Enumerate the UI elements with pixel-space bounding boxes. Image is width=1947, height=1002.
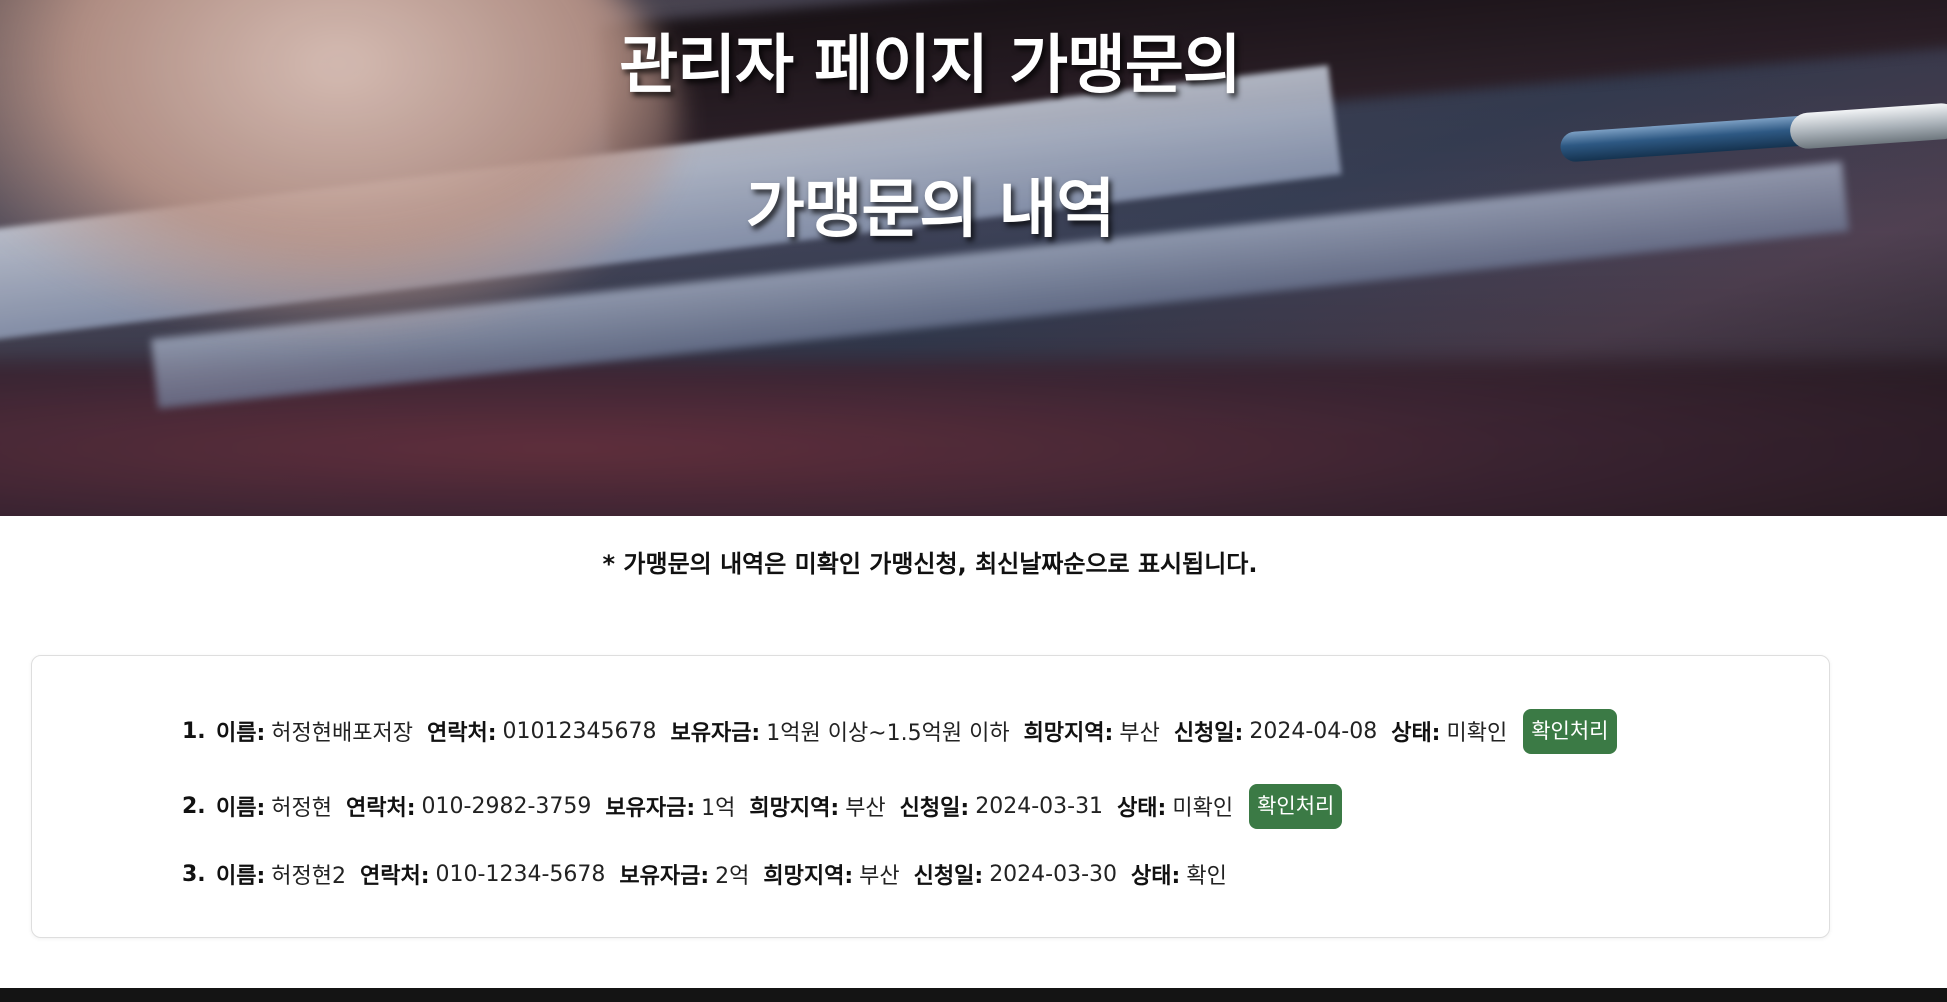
status-value: 미확인 [1446,721,1508,746]
date-label: 신청일: [913,864,984,889]
inquiry-item: 2. 이름: 허정현 연락처: 010-2982-3759 보유자금: 1억 희… [182,781,1343,831]
funds-value: 1억 [701,796,736,821]
notice-text: * 가맹문의 내역은 미확인 가맹신청, 최신날짜순으로 표시됩니다. [602,550,1258,578]
funds-value: 1억원 이상~1.5억원 이하 [766,721,1010,746]
item-number: 2. [182,793,206,819]
region-value: 부산 [845,796,886,821]
funds-label: 보유자금: [670,721,761,746]
region-label: 희망지역: [763,864,854,889]
item-number: 1. [182,718,206,744]
contact-label: 연락처: [346,796,416,821]
region-label: 희망지역: [1023,721,1114,746]
region-value: 부산 [859,864,900,889]
confirm-button[interactable]: 확인처리 [1523,708,1617,754]
region-label: 희망지역: [749,796,840,821]
funds-value: 2억 [715,864,750,889]
name-label: 이름: [216,864,266,889]
name-label: 이름: [216,721,266,746]
item-number: 3. [182,861,206,887]
hero-banner: 관리자 페이지 가맹문의 가맹문의 내역 [0,0,1947,516]
status-value: 확인 [1186,864,1227,889]
page-title: 관리자 페이지 가맹문의 [619,29,1241,103]
contact-label: 연락처: [360,864,430,889]
status-value: 미확인 [1172,796,1234,821]
date-label: 신청일: [899,796,970,821]
funds-label: 보유자금: [619,864,710,889]
inquiry-item: 1. 이름: 허정현배포저장 연락처: 01012345678 보유자금: 1억… [182,706,1617,756]
status-label: 상태: [1117,796,1167,821]
contact-value: 010-1234-5678 [435,861,606,887]
inquiry-item: 3. 이름: 허정현2 연락처: 010-1234-5678 보유자금: 2억 … [182,849,1241,899]
hero-background-pen-clip [1788,102,1947,150]
name-value: 허정현2 [271,864,346,889]
name-value: 허정현 [271,796,333,821]
confirm-button[interactable]: 확인처리 [1249,783,1343,829]
region-value: 부산 [1119,721,1160,746]
date-value: 2024-04-08 [1249,718,1378,744]
date-label: 신청일: [1173,721,1244,746]
page-subtitle: 가맹문의 내역 [745,173,1116,247]
contact-label: 연락처: [426,721,497,746]
name-label: 이름: [216,796,266,821]
date-value: 2024-03-30 [989,861,1118,887]
status-label: 상태: [1131,864,1181,889]
footer-bar [0,988,1947,1002]
inquiry-list-card: 1. 이름: 허정현배포저장 연락처: 01012345678 보유자금: 1억… [31,655,1830,938]
name-value: 허정현배포저장 [271,721,413,746]
date-value: 2024-03-31 [975,793,1104,819]
contact-value: 01012345678 [502,718,657,744]
contact-value: 010-2982-3759 [421,793,592,819]
status-label: 상태: [1391,721,1441,746]
funds-label: 보유자금: [605,796,696,821]
